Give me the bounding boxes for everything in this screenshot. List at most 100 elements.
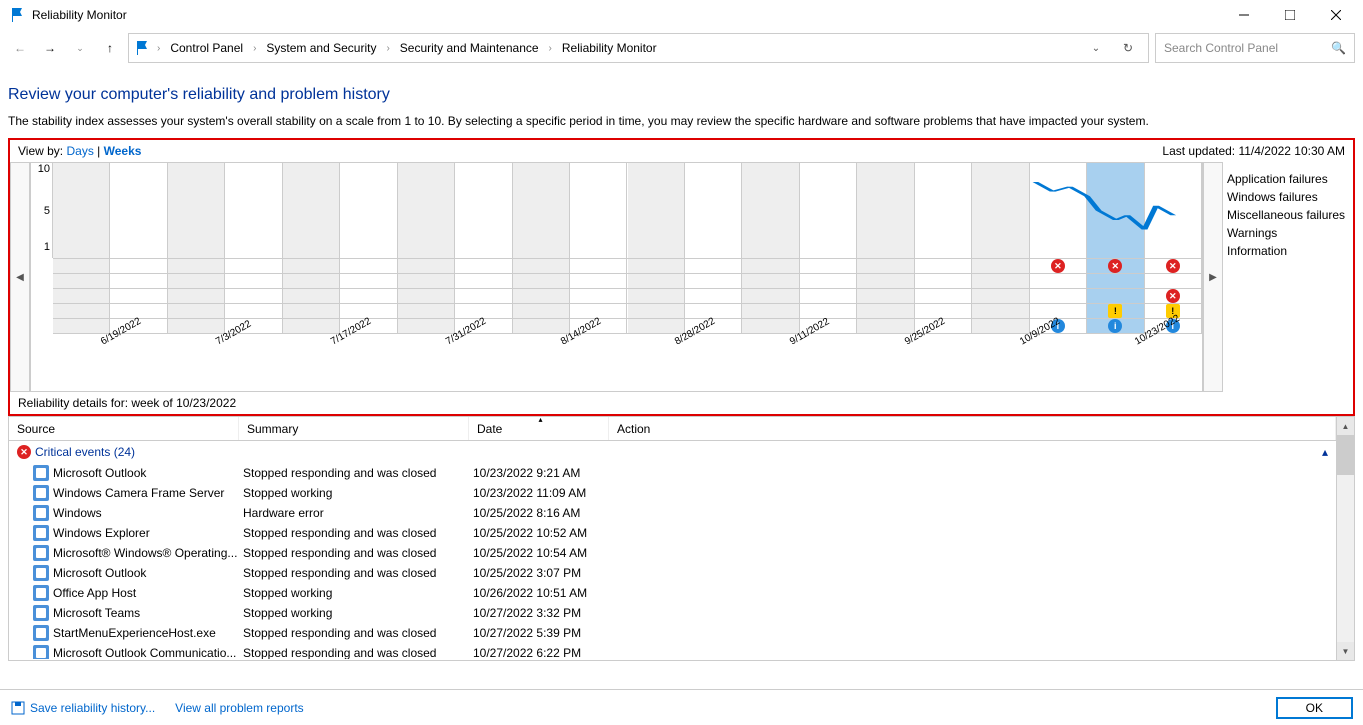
- icon-cell[interactable]: [972, 304, 1029, 318]
- view-all-reports-link[interactable]: View all problem reports: [175, 701, 304, 715]
- table-row[interactable]: Windows ExplorerStopped responding and w…: [9, 523, 1336, 543]
- icon-cell[interactable]: [915, 289, 972, 303]
- icon-cell[interactable]: [685, 259, 742, 273]
- table-row[interactable]: Microsoft TeamsStopped working10/27/2022…: [9, 603, 1336, 623]
- icon-cell[interactable]: [742, 304, 799, 318]
- col-action[interactable]: Action: [609, 417, 1336, 440]
- icon-cell[interactable]: [455, 289, 512, 303]
- table-row[interactable]: Microsoft OutlookStopped responding and …: [9, 463, 1336, 483]
- group-header[interactable]: ✕Critical events (24)▴: [9, 441, 1336, 463]
- table-row[interactable]: Windows Camera Frame ServerStopped worki…: [9, 483, 1336, 503]
- icon-cell[interactable]: [398, 274, 455, 288]
- icon-cell[interactable]: ✕: [1030, 259, 1087, 273]
- icon-cell[interactable]: [455, 304, 512, 318]
- icon-cell[interactable]: [513, 304, 570, 318]
- chart-column[interactable]: [53, 163, 110, 258]
- icon-cell[interactable]: [972, 289, 1029, 303]
- icon-cell[interactable]: [53, 289, 110, 303]
- chart-column[interactable]: [685, 163, 742, 258]
- chevron-right-icon[interactable]: ›: [155, 43, 162, 54]
- icon-cell[interactable]: [857, 319, 914, 333]
- scroll-down-button[interactable]: ▼: [1337, 642, 1354, 660]
- icon-cell[interactable]: [513, 319, 570, 333]
- maximize-button[interactable]: [1267, 0, 1313, 30]
- icon-cell[interactable]: [398, 259, 455, 273]
- icon-cell[interactable]: [857, 274, 914, 288]
- icon-cell[interactable]: [1087, 289, 1144, 303]
- icon-cell[interactable]: [340, 259, 397, 273]
- icon-cell[interactable]: [168, 259, 225, 273]
- icon-cell[interactable]: [398, 319, 455, 333]
- icon-cell[interactable]: [225, 289, 282, 303]
- icon-cell[interactable]: [283, 274, 340, 288]
- up-button[interactable]: ↑: [98, 36, 122, 60]
- breadcrumb-item[interactable]: Security and Maintenance: [396, 39, 543, 57]
- icon-cell[interactable]: [398, 289, 455, 303]
- icon-cell[interactable]: [455, 259, 512, 273]
- icon-cell[interactable]: [742, 289, 799, 303]
- chevron-right-icon[interactable]: ›: [251, 43, 258, 54]
- table-row[interactable]: Office App HostStopped working10/26/2022…: [9, 583, 1336, 603]
- icon-cell[interactable]: !: [1087, 304, 1144, 318]
- icon-cell[interactable]: [110, 259, 167, 273]
- icon-cell[interactable]: [800, 259, 857, 273]
- icon-cell[interactable]: [225, 259, 282, 273]
- icon-cell[interactable]: [628, 304, 685, 318]
- icon-cell[interactable]: [168, 289, 225, 303]
- icon-cell[interactable]: [570, 259, 627, 273]
- icon-cell[interactable]: ✕: [1145, 289, 1202, 303]
- table-row[interactable]: WindowsHardware error10/25/2022 8:16 AM: [9, 503, 1336, 523]
- scroll-up-button[interactable]: ▲: [1337, 417, 1354, 435]
- icon-cell[interactable]: ✕: [1145, 259, 1202, 273]
- col-source[interactable]: Source: [9, 417, 239, 440]
- chart-column[interactable]: [1030, 163, 1087, 258]
- icon-cell[interactable]: [800, 289, 857, 303]
- icon-cell[interactable]: [972, 319, 1029, 333]
- view-days-link[interactable]: Days: [66, 144, 93, 158]
- back-button[interactable]: ←: [8, 36, 32, 60]
- minimize-button[interactable]: [1221, 0, 1267, 30]
- icon-cell[interactable]: [513, 259, 570, 273]
- icon-cell[interactable]: [915, 304, 972, 318]
- icon-cell[interactable]: [340, 274, 397, 288]
- icon-cell[interactable]: [1087, 274, 1144, 288]
- icon-cell[interactable]: [53, 274, 110, 288]
- address-dropdown[interactable]: ⌄: [1082, 34, 1110, 62]
- close-button[interactable]: [1313, 0, 1359, 30]
- icon-cell[interactable]: [110, 289, 167, 303]
- scroll-thumb[interactable]: [1337, 435, 1354, 475]
- chart-column[interactable]: [742, 163, 799, 258]
- icon-cell[interactable]: [513, 274, 570, 288]
- icon-cell[interactable]: ✕: [1087, 259, 1144, 273]
- icon-cell[interactable]: [1145, 274, 1202, 288]
- chart-column[interactable]: [110, 163, 167, 258]
- icon-cell[interactable]: [628, 259, 685, 273]
- chart-column[interactable]: [225, 163, 282, 258]
- icon-cell[interactable]: [570, 289, 627, 303]
- icon-cell[interactable]: [283, 304, 340, 318]
- chart-column[interactable]: [1145, 163, 1202, 258]
- icon-cell[interactable]: [628, 274, 685, 288]
- icon-cell[interactable]: [398, 304, 455, 318]
- search-input[interactable]: Search Control Panel 🔍: [1155, 33, 1355, 63]
- chart-column[interactable]: [340, 163, 397, 258]
- table-row[interactable]: Microsoft Outlook Communicatio...Stopped…: [9, 643, 1336, 659]
- icon-cell[interactable]: [455, 274, 512, 288]
- col-date[interactable]: Date▴: [469, 417, 609, 440]
- vertical-scrollbar[interactable]: ▲ ▼: [1336, 417, 1354, 660]
- chart-column[interactable]: [513, 163, 570, 258]
- address-bar[interactable]: › Control Panel › System and Security › …: [128, 33, 1149, 63]
- collapse-icon[interactable]: ▴: [1322, 445, 1328, 459]
- icon-cell[interactable]: [742, 274, 799, 288]
- chart-column[interactable]: [1087, 163, 1144, 258]
- icon-cell[interactable]: [685, 304, 742, 318]
- icon-cell[interactable]: [110, 304, 167, 318]
- breadcrumb-item[interactable]: Reliability Monitor: [558, 39, 661, 57]
- icon-cell[interactable]: [800, 274, 857, 288]
- icon-cell[interactable]: [110, 274, 167, 288]
- icon-cell[interactable]: [857, 289, 914, 303]
- icon-cell[interactable]: [685, 289, 742, 303]
- chart-column[interactable]: [915, 163, 972, 258]
- reliability-chart[interactable]: 10 5 1 ✕✕✕✕!!iii 6/19/20227/3/20227/17/2…: [30, 162, 1203, 392]
- col-summary[interactable]: Summary: [239, 417, 469, 440]
